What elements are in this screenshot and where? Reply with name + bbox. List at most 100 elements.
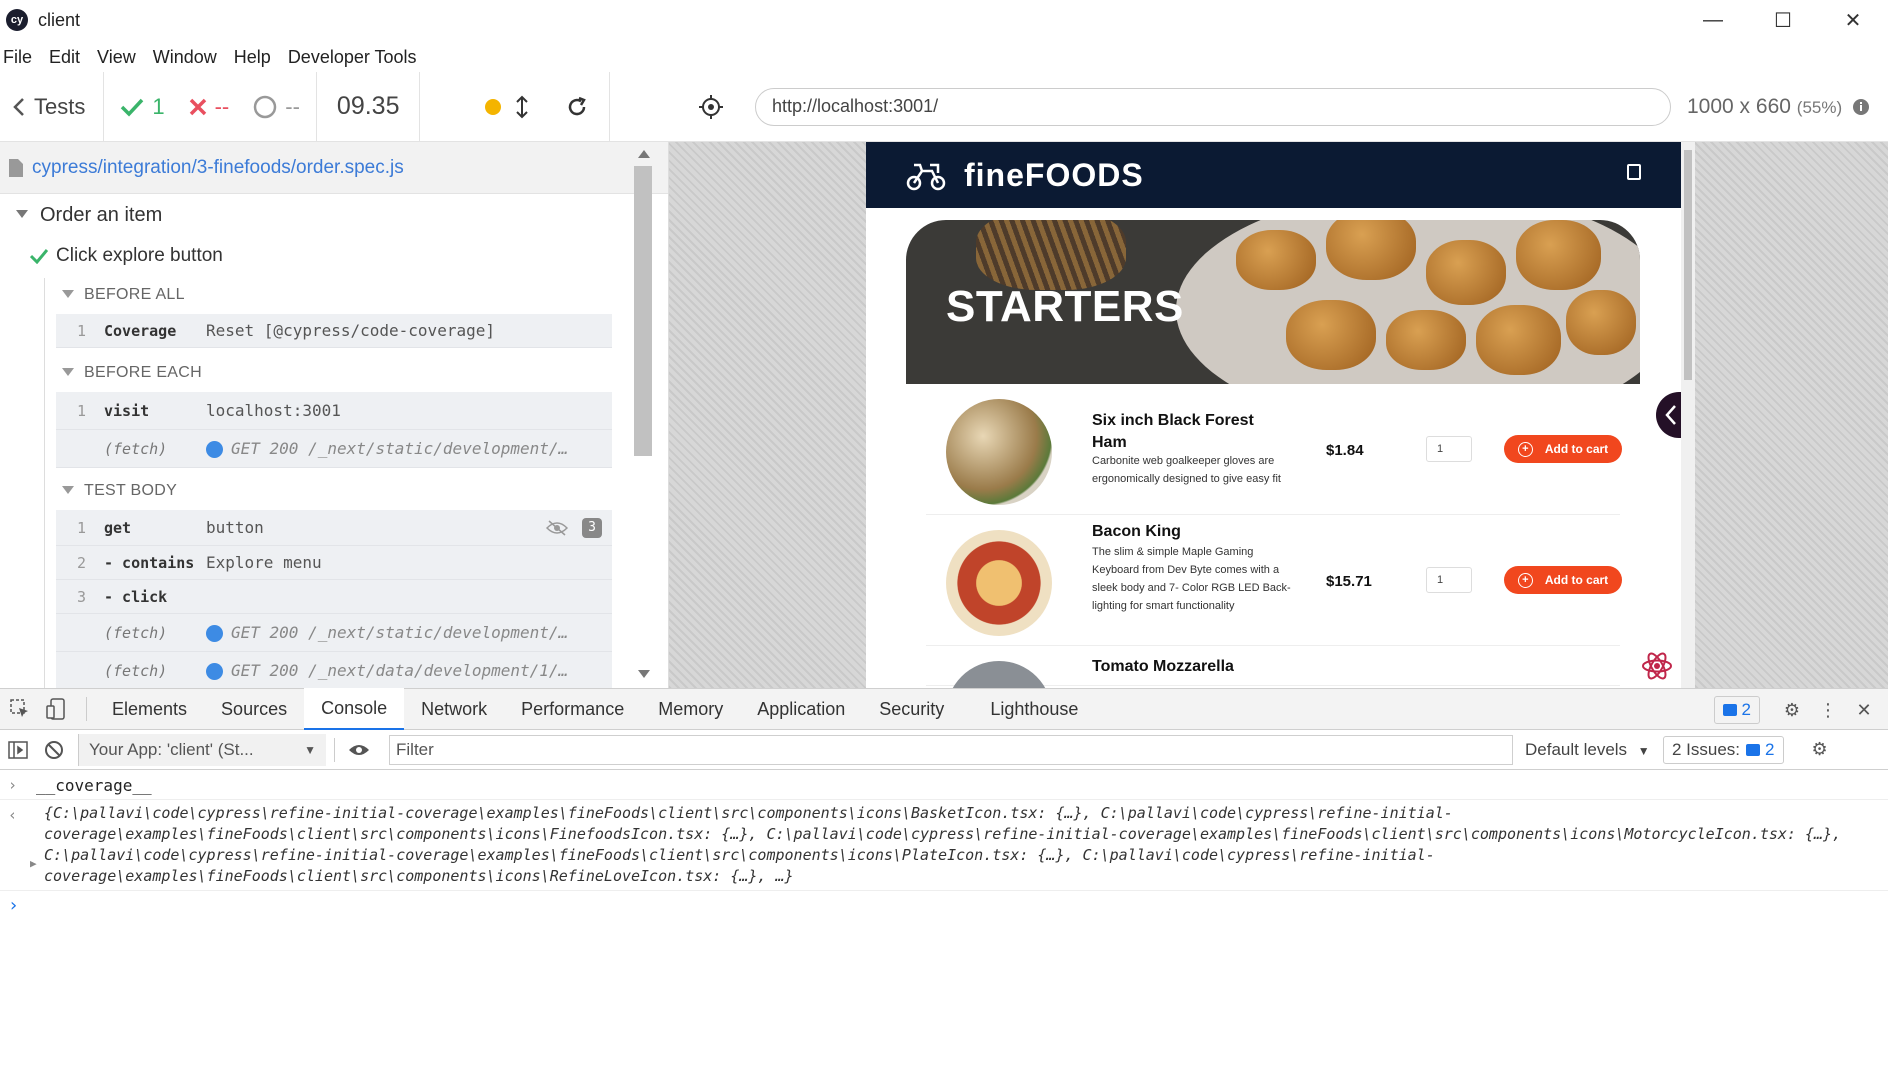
x-icon [189,98,206,115]
app-scrollbar[interactable] [1681,142,1695,688]
log-levels-select[interactable]: Default levels ▼ [1525,740,1657,760]
reporter-scrollbar[interactable] [634,166,652,456]
test-click-explore-button[interactable]: Click explore button [0,236,668,276]
viewport-size: 1000 x 660 (55%) [1687,94,1843,118]
info-icon[interactable] [1852,98,1870,116]
menu-developer-tools[interactable]: Developer Tools [285,47,421,68]
tab-security[interactable]: Security [862,688,961,730]
motorcycle-icon [906,163,946,191]
quantity-stepper[interactable]: 1 [1426,436,1472,462]
title-bar: cy client — ☐ ✕ [0,0,1888,40]
menu-item: Tomato Mozzarella [926,646,1620,688]
tests-button[interactable]: Tests [0,71,105,142]
minimize-button[interactable]: — [1678,0,1748,40]
menu-bar: File Edit View Window Help Developer Too… [0,42,431,72]
tab-console[interactable]: Console [304,688,405,730]
command-row[interactable]: 1 get button 3 [56,510,612,546]
eye-slash-icon [546,519,568,536]
hook-test-body[interactable]: TEST BODY [0,472,668,510]
caret-down-icon [62,290,74,298]
console-settings-gear-icon[interactable]: ⚙ [1802,732,1838,768]
failed-count: -- [177,94,242,120]
command-row[interactable]: (fetch) GET 200 /_next/data/development/… [56,652,612,688]
messages-count-button[interactable]: 2 [1713,696,1760,724]
issues-button[interactable]: 2 Issues: 2 [1663,735,1784,764]
menu-help[interactable]: Help [231,47,275,68]
menu-window[interactable]: Window [150,47,221,68]
dropdown-arrow-icon: ▼ [304,742,316,757]
window-title: client [38,9,81,30]
tab-network[interactable]: Network [404,688,504,730]
sidebar-toggle-icon[interactable] [0,732,36,768]
hook-before-all[interactable]: BEFORE ALL [0,276,668,314]
menu-list: Six inch Black Forest Ham Carbonite web … [906,384,1640,688]
command-row[interactable]: (fetch) GET 200 /_next/static/developmen… [56,614,612,652]
close-devtools-icon[interactable]: ✕ [1846,692,1882,728]
tab-performance[interactable]: Performance [504,688,641,730]
react-devtools-icon[interactable] [1641,650,1673,682]
basket-icon[interactable] [1627,164,1641,180]
food-image [946,399,1052,505]
result-arrow-icon: ‹ ▶ [8,806,37,870]
device-toolbar-icon[interactable] [38,691,74,727]
spinner-icon [254,95,277,118]
command-row[interactable]: 3 - click [56,580,612,614]
console-filter-input[interactable]: Filter [389,734,1513,765]
xhr-status-icon [206,441,223,458]
hook-before-each[interactable]: BEFORE EACH [0,354,668,392]
plus-circle-icon: + [1517,441,1533,457]
running-indicator-icon [485,98,502,115]
console-result-line[interactable]: ‹ ▶ {C:\pallavi\code\cypress\refine-initi… [0,800,1888,891]
input-chevron-icon: › [8,776,18,794]
menu-file[interactable]: File [0,47,36,68]
app-navbar: fineFOODS [866,142,1681,208]
tests-label: Tests [34,93,86,119]
tab-lighthouse[interactable]: Lighthouse [973,688,1095,730]
clear-console-icon[interactable] [36,732,72,768]
tab-memory[interactable]: Memory [641,688,740,730]
tab-elements[interactable]: Elements [95,688,204,730]
inspect-element-icon[interactable] [2,691,38,727]
add-to-cart-button[interactable]: + Add to cart [1504,435,1622,463]
tab-application[interactable]: Application [740,688,862,730]
starters-hero: STARTERS [906,220,1640,384]
console-input-line: › __coverage__ [0,772,1888,800]
quantity-stepper[interactable]: 1 [1426,567,1472,593]
restart-icon[interactable] [565,95,589,119]
file-icon [9,158,23,177]
scroll-up-icon[interactable] [638,150,650,158]
scroll-down-icon[interactable] [638,670,650,678]
command-row[interactable]: (fetch) GET 200 /_next/static/developmen… [56,430,612,468]
more-options-icon[interactable]: ⋮ [1810,692,1846,728]
url-bar[interactable]: http://localhost:3001/ [755,87,1671,126]
cypress-logo-icon: cy [6,9,28,31]
command-row[interactable]: 1 Coverage Reset [@cypress/code-coverage… [56,314,612,348]
selector-playground-icon[interactable] [699,95,723,119]
food-image [946,661,1052,688]
caret-down-icon [62,486,74,494]
command-log-panel: cypress/integration/3-finefoods/order.sp… [0,142,669,688]
live-expression-eye-icon[interactable] [341,732,377,768]
menu-view[interactable]: View [94,47,140,68]
settings-gear-icon[interactable]: ⚙ [1774,692,1810,728]
add-to-cart-button[interactable]: + Add to cart [1504,566,1622,594]
app-iframe: fineFOODS STARTERS Six inch Black Forest… [866,142,1681,688]
console-prompt[interactable]: › [0,891,1888,916]
check-icon [121,98,144,117]
food-image [946,530,1052,636]
spec-path-link[interactable]: cypress/integration/3-finefoods/order.sp… [32,157,404,179]
command-row[interactable]: 1 visit localhost:3001 [56,392,612,430]
suite-order-an-item[interactable]: Order an item [0,194,668,236]
menu-edit[interactable]: Edit [46,47,84,68]
maximize-button[interactable]: ☐ [1748,0,1818,40]
app-brand-logo[interactable]: fineFOODS [964,157,1144,194]
message-icon [1746,743,1761,756]
tab-sources[interactable]: Sources [204,688,304,730]
command-row[interactable]: 2 - contains Explore menu [56,546,612,580]
close-window-button[interactable]: ✕ [1818,0,1888,40]
menu-item: Bacon King The slim & simple Maple Gamin… [926,515,1622,646]
menu-item: Six inch Black Forest Ham Carbonite web … [926,384,1622,515]
context-select[interactable]: Your App: 'client' (St... ▼ [78,733,326,766]
auto-scroll-icon[interactable] [515,95,529,119]
caret-down-icon [16,210,28,218]
